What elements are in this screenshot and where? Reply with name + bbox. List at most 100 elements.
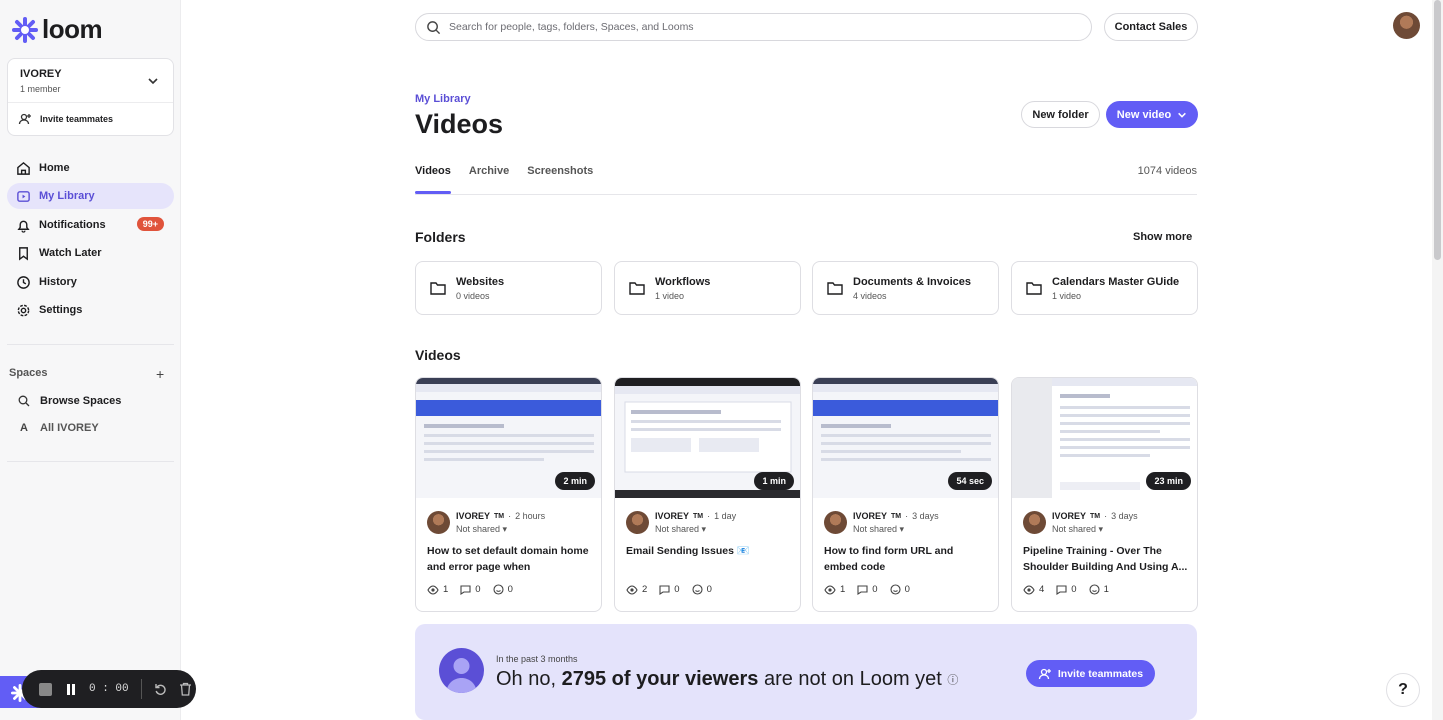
- folders-heading: Folders: [415, 229, 466, 245]
- share-status[interactable]: Not shared ▾: [853, 524, 939, 535]
- video-duration: 1 min: [754, 472, 794, 490]
- folder-card[interactable]: Documents & Invoices 4 videos: [812, 261, 999, 315]
- tab-archive[interactable]: Archive: [469, 165, 509, 194]
- scrollbar-thumb[interactable]: [1434, 0, 1441, 260]
- folder-count: 0 videos: [456, 290, 490, 301]
- owner-line: IVOREY TM · 2 hours: [456, 511, 545, 521]
- video-title[interactable]: How to set default domain home and error…: [427, 543, 592, 575]
- share-status[interactable]: Not shared ▾: [655, 524, 736, 535]
- bell-icon: [17, 220, 30, 233]
- space-letter-icon: A: [20, 422, 28, 434]
- sidebar-item-label: My Library: [39, 190, 95, 202]
- eye-icon: [427, 584, 439, 595]
- scrollbar[interactable]: [1432, 0, 1443, 720]
- chevron-down-icon: ▾: [502, 524, 508, 534]
- add-space-icon[interactable]: +: [156, 366, 164, 382]
- restart-icon[interactable]: [154, 683, 167, 696]
- video-title[interactable]: Email Sending Issues 📧: [626, 543, 791, 575]
- folder-count: 4 videos: [853, 290, 887, 301]
- folder-count: 1 video: [655, 290, 685, 301]
- comments-count: 0: [475, 584, 481, 595]
- invite-teammates-link[interactable]: Invite teammates: [18, 112, 113, 126]
- recording-controls: 0 : 00: [0, 670, 196, 708]
- owner-line: IVOREY TM · 3 days: [1052, 511, 1138, 521]
- person-icon: [446, 658, 477, 693]
- chevron-down-icon: ▾: [899, 524, 905, 534]
- sidebar-item-history[interactable]: History: [7, 269, 174, 295]
- separator-dot: ·: [508, 511, 512, 521]
- owner-line: IVOREY TM · 1 day: [655, 511, 736, 521]
- pause-icon[interactable]: [65, 683, 77, 696]
- workspace-card[interactable]: IVOREY 1 member Invite teammates: [7, 58, 174, 136]
- workspace-name: IVOREY: [20, 68, 62, 80]
- folder-name: Workflows: [655, 275, 711, 288]
- clock-icon: [17, 275, 30, 289]
- new-video-button[interactable]: New video: [1106, 101, 1198, 128]
- owner-tag: TM: [891, 512, 902, 520]
- sidebar-item-home[interactable]: Home: [7, 155, 174, 181]
- video-thumbnail[interactable]: 2 min: [416, 378, 601, 498]
- new-folder-button[interactable]: New folder: [1021, 101, 1100, 128]
- video-age: 1 day: [714, 511, 737, 521]
- smile-icon: [692, 584, 703, 595]
- views-stat: 1: [427, 584, 448, 595]
- avatar[interactable]: [1393, 12, 1420, 39]
- separator-dot: ·: [905, 511, 909, 521]
- chevron-down-icon[interactable]: [147, 75, 159, 87]
- video-card[interactable]: 23 min IVOREY TM · 3 days Not shared ▾ Pipe…: [1011, 377, 1198, 612]
- video-title[interactable]: How to find form URL and embed code: [824, 543, 989, 575]
- tab-videos[interactable]: Videos: [415, 165, 451, 194]
- reactions-count: 0: [706, 584, 712, 595]
- contact-sales-button[interactable]: Contact Sales: [1104, 13, 1198, 41]
- video-thumbnail[interactable]: 23 min: [1012, 378, 1197, 498]
- sidebar-item-watch-later[interactable]: Watch Later: [7, 240, 174, 266]
- invite-teammates-button[interactable]: Invite teammates: [1026, 660, 1155, 687]
- sidebar-item-settings[interactable]: Settings: [7, 297, 174, 323]
- search-input[interactable]: [449, 21, 1049, 33]
- breadcrumb[interactable]: My Library: [415, 93, 471, 105]
- separator-dot: ·: [1104, 511, 1108, 521]
- space-all-ivorey[interactable]: A All IVOREY: [18, 422, 99, 434]
- video-card[interactable]: 2 min IVOREY TM · 2 hours Not shared ▾ How …: [415, 377, 602, 612]
- stop-icon[interactable]: [38, 682, 53, 697]
- video-meta: IVOREY TM · 3 days Not shared ▾: [1023, 511, 1138, 535]
- share-status[interactable]: Not shared ▾: [456, 524, 545, 535]
- banner-message: Oh no, 2795 of your viewers are not on L…: [496, 668, 958, 691]
- avatar: [427, 511, 450, 534]
- new-video-label: New video: [1116, 108, 1172, 121]
- viewers-banner: In the past 3 months Oh no, 2795 of your…: [415, 624, 1197, 720]
- folder-card[interactable]: Websites 0 videos: [415, 261, 602, 315]
- banner-post: are not on Loom yet: [763, 668, 942, 690]
- folder-card[interactable]: Calendars Master GUide 1 video: [1011, 261, 1198, 315]
- tab-screenshots[interactable]: Screenshots: [527, 165, 593, 194]
- spaces-title: Spaces: [9, 367, 48, 379]
- recording-timer: 0 : 00: [89, 683, 129, 695]
- videos-heading: Videos: [415, 347, 461, 363]
- video-card[interactable]: 1 min IVOREY TM · 1 day Not shared ▾ Email …: [614, 377, 801, 612]
- loom-logo[interactable]: loom: [12, 14, 103, 45]
- comments-count: 0: [674, 584, 680, 595]
- video-card[interactable]: 54 sec IVOREY TM · 3 days Not shared ▾ How …: [812, 377, 999, 612]
- folder-count: 1 video: [1052, 290, 1082, 301]
- views-count: 4: [1039, 584, 1045, 595]
- video-title[interactable]: Pipeline Training - Over The Shoulder Bu…: [1023, 543, 1188, 575]
- search-bar[interactable]: [415, 13, 1092, 41]
- eye-icon: [1023, 584, 1035, 595]
- video-thumbnail[interactable]: 1 min: [615, 378, 800, 498]
- reactions-stat: 0: [493, 584, 513, 595]
- folder-card[interactable]: Workflows 1 video: [614, 261, 801, 315]
- browse-spaces-link[interactable]: Browse Spaces: [18, 395, 121, 407]
- info-icon[interactable]: ⓘ: [947, 675, 958, 687]
- invite-teammates-label: Invite teammates: [40, 114, 114, 124]
- loom-logo-icon: [12, 16, 38, 43]
- video-thumbnail[interactable]: 54 sec: [813, 378, 998, 498]
- workspace-divider: [8, 102, 173, 103]
- show-more-button[interactable]: Show more: [1133, 231, 1192, 243]
- share-status[interactable]: Not shared ▾: [1052, 524, 1138, 535]
- comments-stat: 0: [1056, 584, 1077, 595]
- reactions-stat: 0: [692, 584, 712, 595]
- owner-info: IVOREY TM · 1 day Not shared ▾: [655, 511, 736, 535]
- sidebar-item-my-library[interactable]: My Library: [7, 183, 174, 209]
- sidebar-item-notifications[interactable]: Notifications 99+: [7, 212, 174, 238]
- help-button[interactable]: ?: [1386, 673, 1420, 707]
